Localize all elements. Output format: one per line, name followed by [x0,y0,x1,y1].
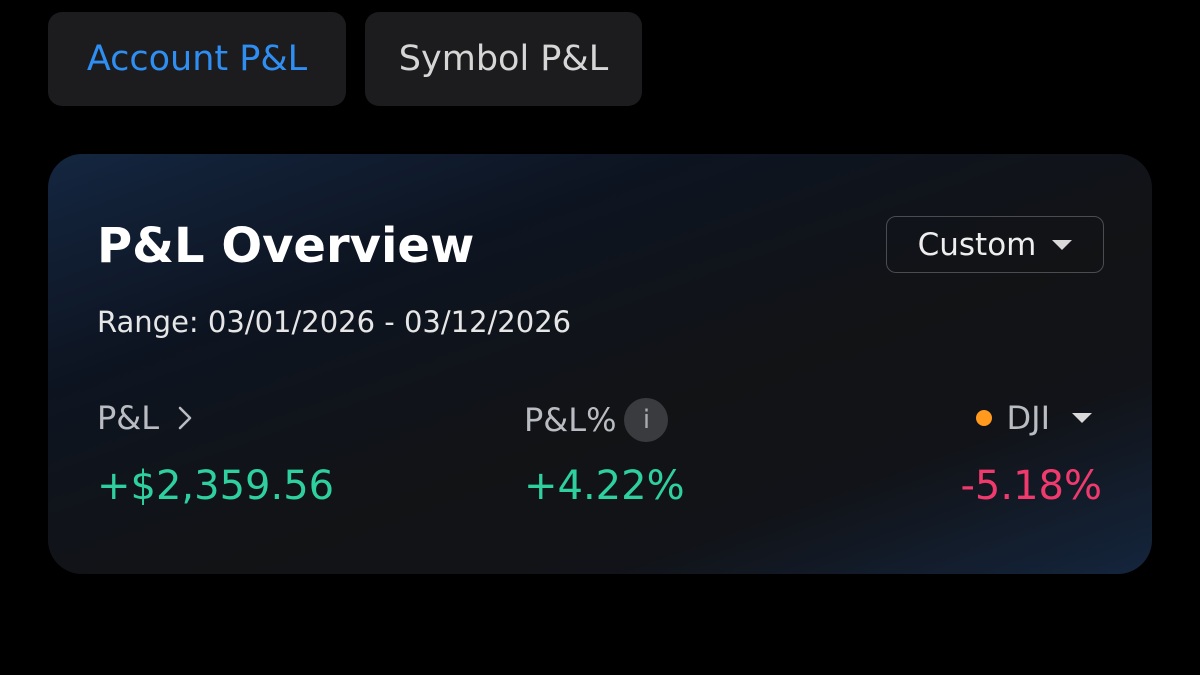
pnl-value: +$2,359.56 [97,463,335,509]
benchmark-label: DJI [1006,399,1050,437]
tab-account-pnl[interactable]: Account P&L [48,12,346,106]
pnl-label: P&L [97,399,160,437]
date-range-text: Range: 03/01/2026 - 03/12/2026 [97,305,572,339]
benchmark-value: -5.18% [960,463,1102,509]
tab-account-pnl-label: Account P&L [86,39,308,79]
period-dropdown[interactable]: Custom [886,216,1104,273]
period-dropdown-value: Custom [917,226,1037,263]
pnl-percent-label: P&L% [524,401,617,439]
pnl-percent-label-row: P&L% i [524,398,669,442]
pnl-percent-value: +4.22% [524,463,685,509]
benchmark-selector[interactable]: DJI [976,402,1092,434]
triangle-down-icon [1072,413,1092,423]
tab-symbol-pnl[interactable]: Symbol P&L [365,12,642,106]
chevron-right-icon [177,405,193,431]
triangle-down-icon [1052,239,1073,250]
benchmark-dot-icon [976,410,993,426]
card-title: P&L Overview [97,218,475,274]
pnl-tab-bar: Account P&L Symbol P&L [48,12,642,106]
tab-symbol-pnl-label: Symbol P&L [398,39,609,79]
pnl-overview-card: P&L Overview Custom Range: 03/01/2026 - … [48,154,1152,574]
info-icon[interactable]: i [624,398,669,442]
pnl-label-link[interactable]: P&L [97,402,193,434]
